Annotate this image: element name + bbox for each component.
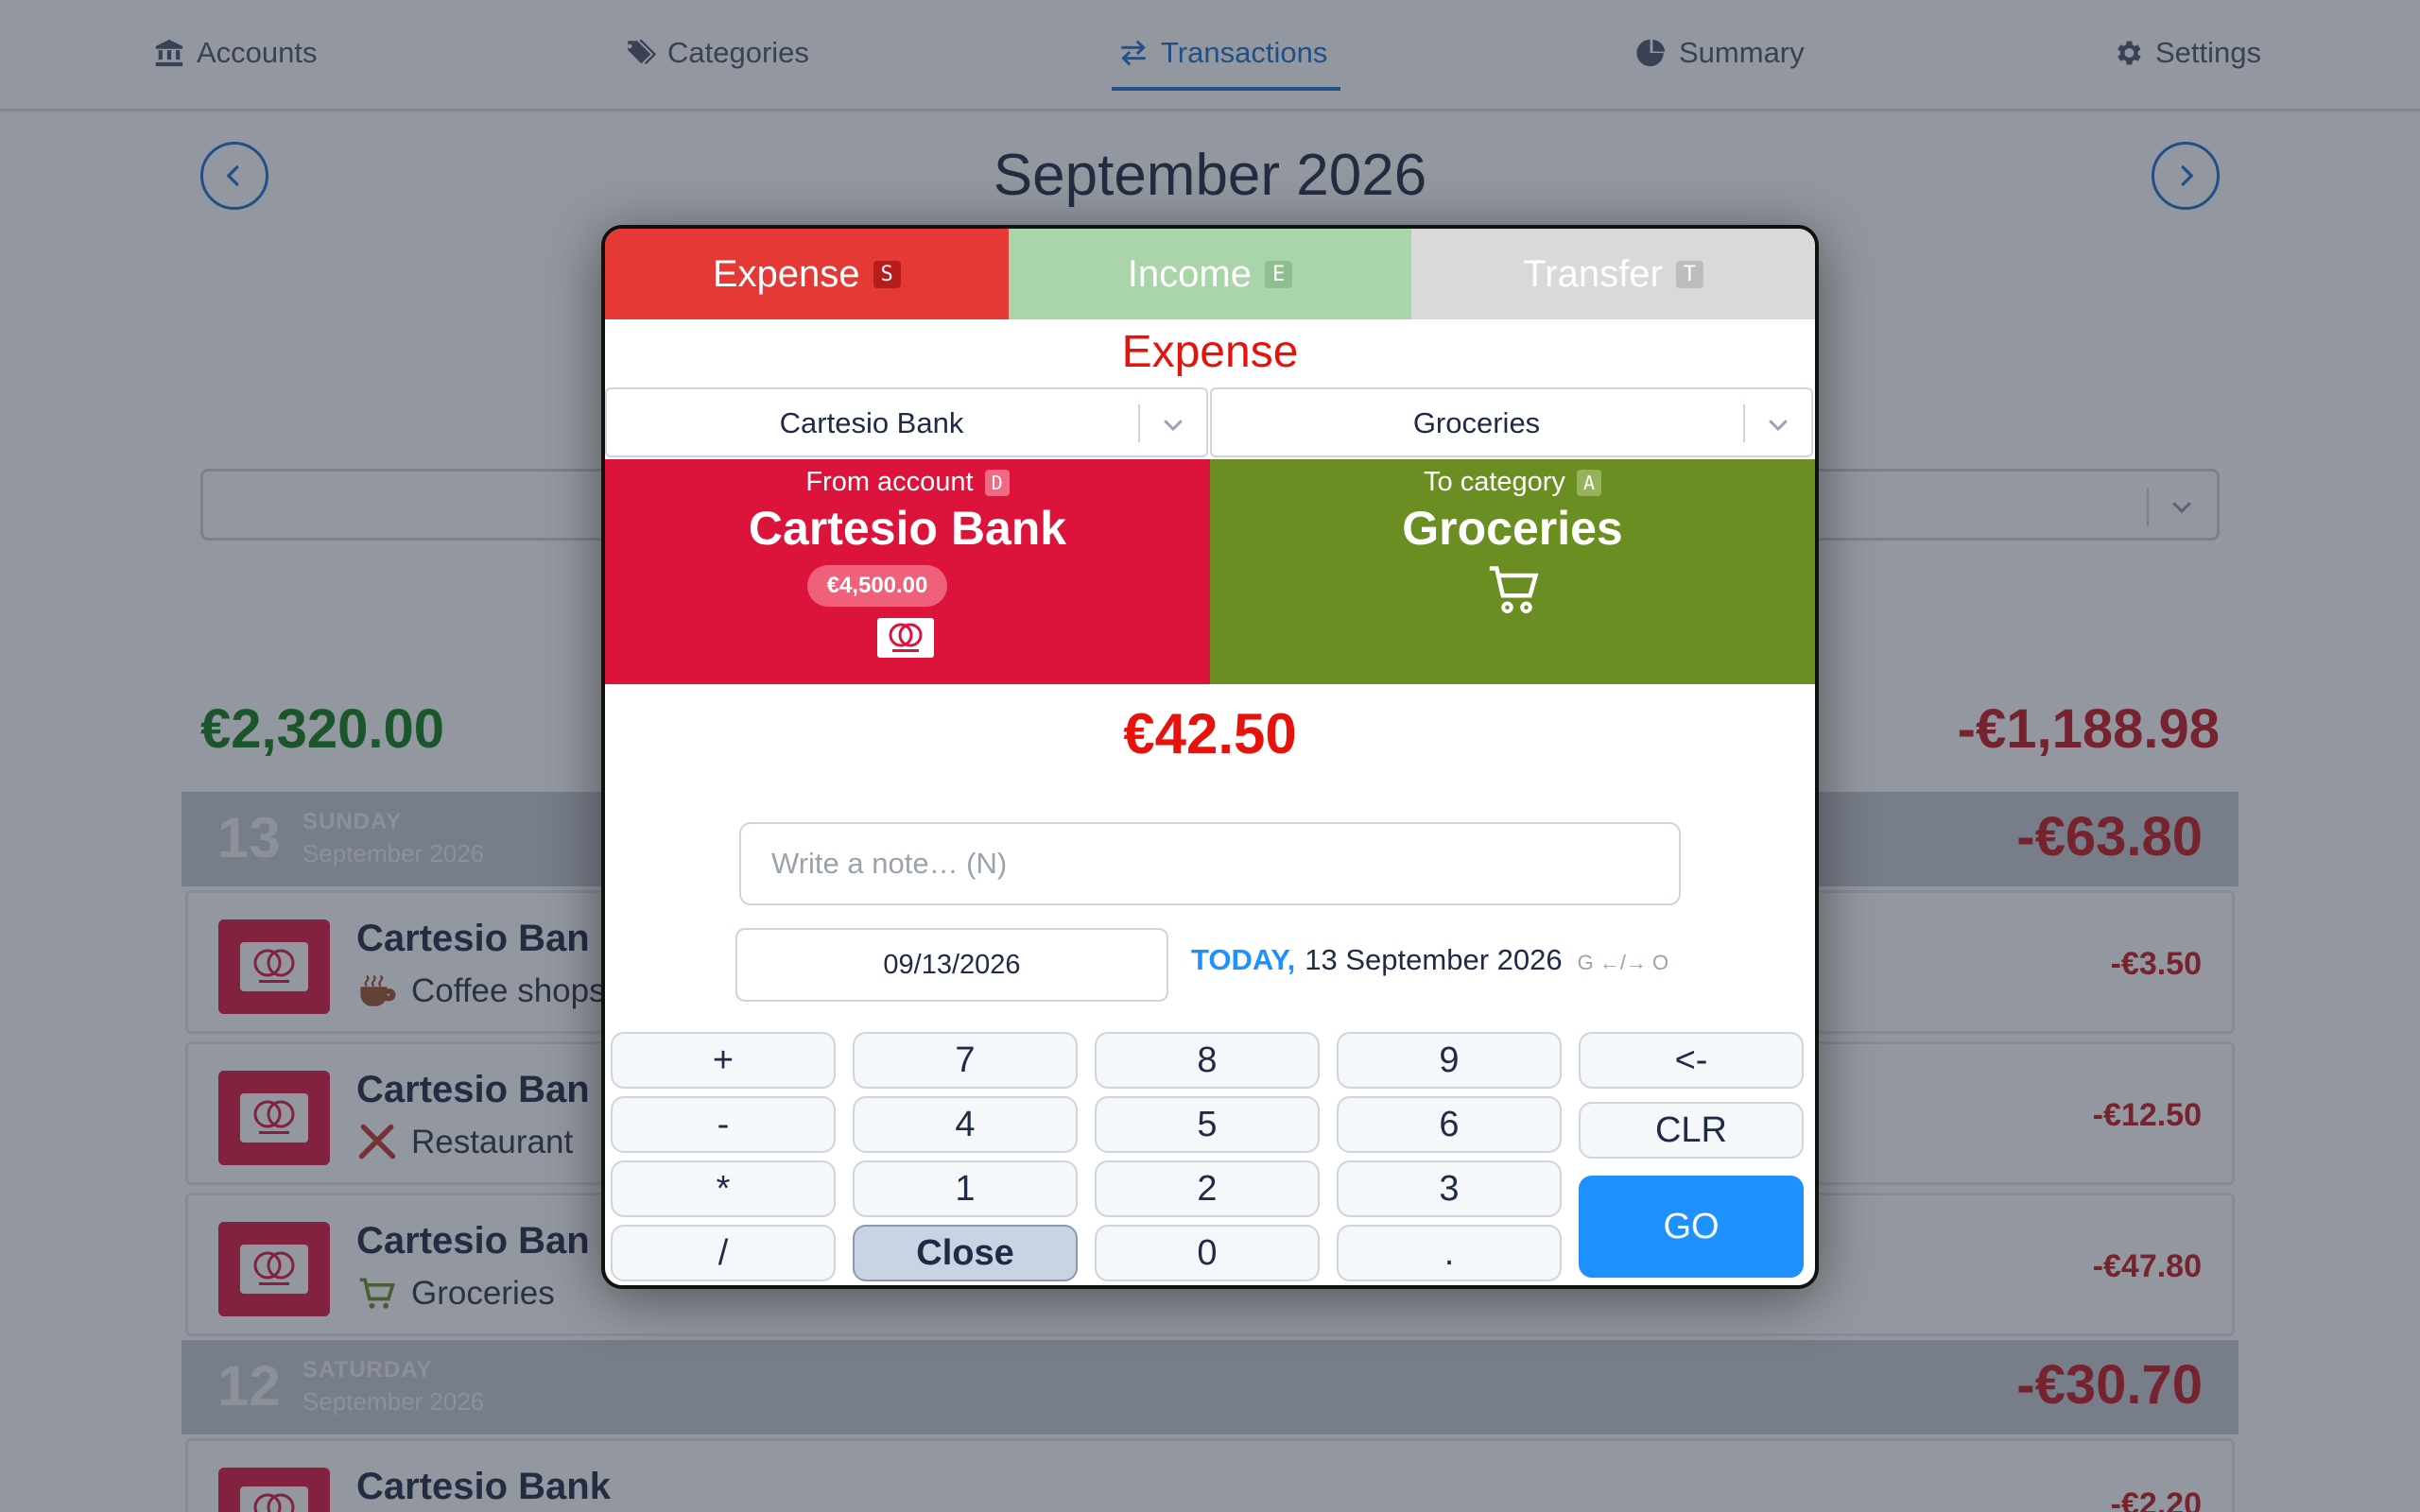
from-account-select-value: Cartesio Bank xyxy=(779,406,964,439)
date-long: 13 September 2026 xyxy=(1305,943,1563,976)
date-info: TODAY, 13 September 2026 G ←/→ O xyxy=(1191,943,1668,977)
key-minus[interactable]: - xyxy=(611,1096,836,1153)
key-5[interactable]: 5 xyxy=(1095,1096,1320,1153)
shortcut-badge: S xyxy=(873,260,901,288)
key-3[interactable]: 3 xyxy=(1337,1160,1562,1217)
tab-income[interactable]: Income E xyxy=(1008,229,1412,319)
chevron-down-icon xyxy=(1769,420,1788,432)
date-shortcut-hint: G ←/→ O xyxy=(1577,951,1669,974)
shortcut-badge: T xyxy=(1675,260,1704,288)
type-tabs: Expense S Income E Transfer T xyxy=(605,229,1815,319)
key-6[interactable]: 6 xyxy=(1337,1096,1562,1153)
key-1[interactable]: 1 xyxy=(853,1160,1078,1217)
key-decimal[interactable]: . xyxy=(1337,1225,1562,1281)
tab-expense-label: Expense xyxy=(712,252,860,295)
tab-income-label: Income xyxy=(1127,252,1252,295)
select-separator xyxy=(1138,404,1140,442)
mastercard-icon xyxy=(877,618,934,658)
account-balance-badge: €4,500.00 xyxy=(807,565,947,607)
close-button[interactable]: Close xyxy=(853,1225,1078,1281)
mode-title: Expense xyxy=(1121,327,1299,377)
from-account-select[interactable]: Cartesio Bank xyxy=(605,387,1208,457)
date-input[interactable]: 09/13/2026 xyxy=(735,928,1168,1002)
today-label: TODAY, xyxy=(1191,943,1296,976)
shortcut-badge: A xyxy=(1576,469,1601,496)
to-category-label-text: To category xyxy=(1424,467,1565,497)
amount-display: €42.50 xyxy=(1123,702,1297,765)
key-9[interactable]: 9 xyxy=(1337,1032,1562,1089)
key-7[interactable]: 7 xyxy=(853,1032,1078,1089)
note-input[interactable]: Write a note… (N) xyxy=(739,822,1681,905)
to-category-select-value: Groceries xyxy=(1412,406,1541,439)
key-2[interactable]: 2 xyxy=(1095,1160,1320,1217)
key-divide[interactable]: / xyxy=(611,1225,836,1281)
from-account-label-text: From account xyxy=(805,467,974,497)
new-transaction-dialog: Expense S Income E Transfer T Expense Ca… xyxy=(601,225,1819,1289)
from-account-label: From account D xyxy=(605,467,1210,498)
select-separator xyxy=(1743,404,1745,442)
tab-expense[interactable]: Expense S xyxy=(605,229,1009,319)
app-page: Accounts Categories Transactions Summary… xyxy=(0,0,2420,1512)
key-0[interactable]: 0 xyxy=(1095,1225,1320,1281)
cart-icon xyxy=(1489,566,1539,613)
clear-button[interactable]: CLR xyxy=(1579,1102,1804,1159)
to-category-select[interactable]: Groceries xyxy=(1210,387,1813,457)
shortcut-badge: D xyxy=(984,469,1010,496)
tab-transfer-label: Transfer xyxy=(1523,252,1663,295)
shortcut-badge: E xyxy=(1264,260,1293,288)
key-4[interactable]: 4 xyxy=(853,1096,1078,1153)
backspace-button[interactable]: <- xyxy=(1579,1032,1804,1089)
go-button[interactable]: GO xyxy=(1579,1176,1804,1278)
to-category-name: Groceries xyxy=(1402,502,1623,555)
key-plus[interactable]: + xyxy=(611,1032,836,1089)
from-account-name: Cartesio Bank xyxy=(748,502,1067,555)
to-category-label: To category A xyxy=(1210,467,1815,498)
key-multiply[interactable]: * xyxy=(611,1160,836,1217)
chevron-down-icon xyxy=(1164,420,1183,432)
key-8[interactable]: 8 xyxy=(1095,1032,1320,1089)
tab-transfer[interactable]: Transfer T xyxy=(1411,229,1815,319)
